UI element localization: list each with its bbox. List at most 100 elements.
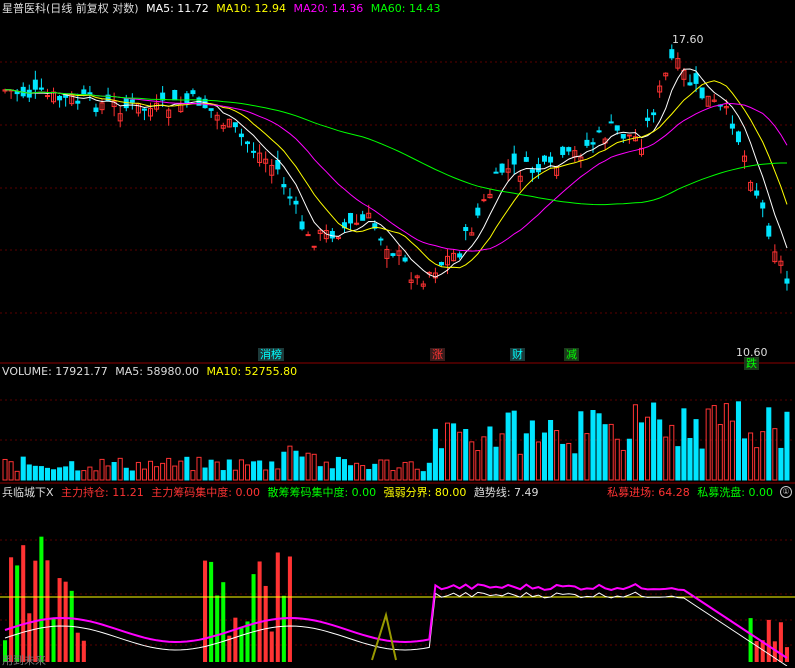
volume-bar [335, 456, 341, 481]
volume-bar [196, 456, 202, 481]
volume-bar [693, 419, 699, 481]
volume-bar [432, 428, 438, 481]
volume-bar [657, 419, 663, 481]
volume-bar [111, 462, 117, 481]
indicator-bar [784, 647, 789, 662]
volume-bar [481, 436, 487, 481]
candle-body [608, 121, 614, 124]
volume-bar [57, 467, 63, 481]
volume-bar [493, 446, 499, 481]
volume-bar [523, 433, 529, 481]
volume-bar [669, 424, 675, 481]
volume-bar [244, 464, 251, 481]
candle-body [735, 131, 741, 143]
volume-bar [2, 458, 8, 481]
candle-body [499, 163, 505, 173]
volume-bar [584, 433, 590, 481]
event-tag-fall[interactable]: 跌 [744, 357, 759, 370]
volume-bar [214, 461, 220, 481]
volume-bar [457, 431, 463, 481]
indicator-bar [215, 595, 220, 662]
candle-body [75, 100, 81, 104]
candle-body [596, 130, 602, 133]
volume-bar [426, 462, 432, 481]
volume-bar [754, 447, 760, 481]
volume-bar [147, 460, 154, 481]
event-tag-reduce[interactable]: 减 [564, 348, 579, 361]
volume-bar [348, 465, 354, 481]
volume-bar [105, 465, 111, 481]
event-tag-finance[interactable]: 财 [510, 348, 525, 361]
indicator-bar [39, 536, 44, 662]
candle-body [281, 184, 287, 188]
candle-body [590, 142, 596, 145]
event-tag-list[interactable]: 消榜 [258, 348, 284, 361]
volume-bar [232, 469, 238, 481]
volume-bar [305, 452, 311, 481]
volume-bar [384, 459, 390, 481]
candle-body [38, 87, 44, 90]
volume-bar [469, 441, 475, 481]
volume-bar [32, 465, 38, 481]
candle-body [251, 150, 257, 153]
volume-bar [396, 467, 402, 481]
volume-bar [681, 408, 687, 481]
candle-body [548, 156, 554, 163]
volume-bar [614, 438, 620, 481]
indicator-bar [251, 574, 256, 662]
candle-body [208, 108, 214, 111]
volume-bar [711, 405, 717, 481]
volume-bar [317, 466, 323, 481]
candle-body [760, 202, 766, 209]
candle-body [511, 153, 517, 165]
volume-bar [408, 461, 414, 481]
volume-bar [14, 470, 20, 481]
candle-body [238, 133, 244, 138]
candle-body [542, 155, 548, 162]
volume-bar [742, 438, 748, 481]
volume-bar [360, 465, 366, 481]
volume-bar [463, 429, 469, 481]
volume-bar [81, 470, 87, 481]
candle-body [14, 91, 20, 95]
candle-body [402, 257, 408, 262]
indicator-bar [75, 632, 80, 662]
volume-bar [402, 461, 408, 481]
indicator-bar [45, 560, 50, 662]
volume-bar [651, 402, 657, 481]
candle-body [614, 125, 620, 131]
volume-bar [784, 411, 790, 481]
volume-bar [517, 453, 523, 481]
indicator-bar [269, 631, 274, 662]
volume-bar [257, 460, 263, 481]
volume-bar [202, 467, 208, 481]
candle-body [348, 213, 354, 224]
volume-bar [172, 465, 178, 481]
volume-bar [341, 459, 348, 481]
indicator-bar [221, 582, 226, 662]
volume-bar [208, 459, 214, 481]
trend-line [4, 591, 788, 666]
event-tag-rise[interactable]: 涨 [430, 348, 445, 361]
volume-bar [287, 445, 293, 481]
volume-bar [50, 469, 57, 481]
candle-body [287, 196, 293, 199]
volume-bar [602, 424, 608, 481]
candle-body [626, 134, 632, 137]
volume-bar [190, 470, 196, 481]
indicator-bar [15, 565, 20, 662]
volume-bar [281, 451, 287, 481]
stock-chart-canvas[interactable] [0, 0, 795, 666]
candle-body [244, 141, 250, 145]
candle-body [475, 207, 481, 216]
volume-bar [275, 468, 281, 481]
candle-body [329, 231, 335, 239]
volume-bar [269, 461, 275, 481]
volume-bar [123, 467, 129, 481]
candle-body [184, 93, 190, 104]
volume-bar [390, 470, 396, 481]
volume-bar [620, 449, 626, 481]
volume-bar [475, 450, 481, 481]
volume-bar [154, 466, 160, 481]
candle-body [32, 79, 38, 90]
